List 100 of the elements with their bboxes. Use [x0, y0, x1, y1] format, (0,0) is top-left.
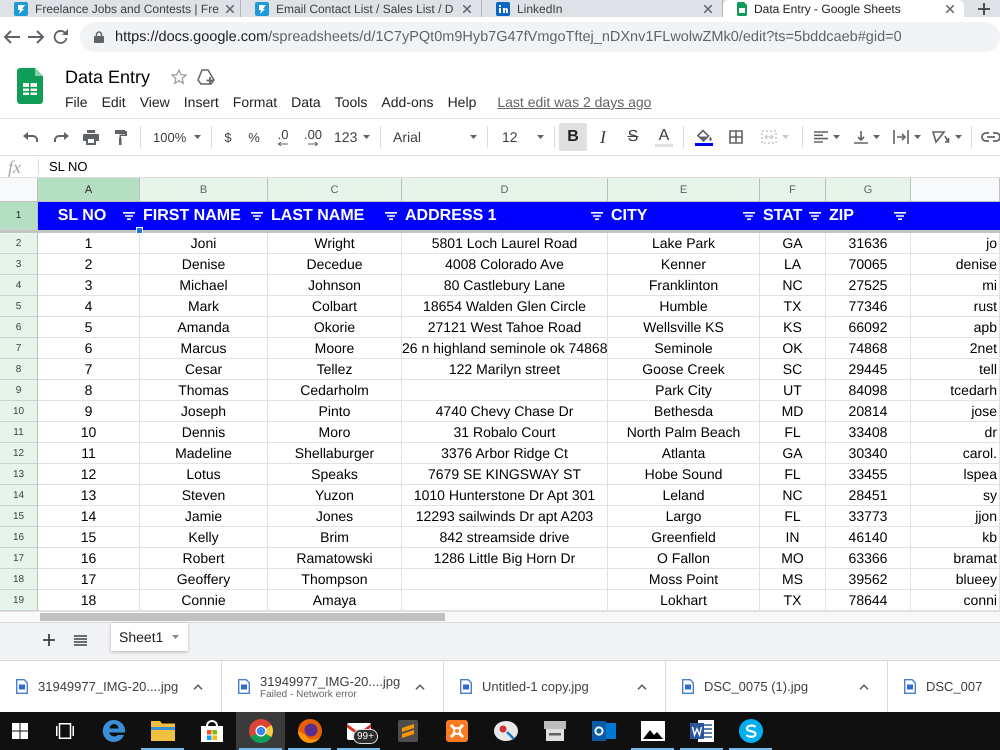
formula-input[interactable]: SL NO [49, 156, 1000, 176]
zoom-dropdown[interactable]: 100% [145, 130, 207, 144]
star-icon[interactable] [171, 69, 188, 85]
close-icon[interactable] [463, 4, 471, 12]
start-icon[interactable] [12, 723, 28, 739]
back-icon[interactable] [4, 30, 20, 44]
header-cell[interactable]: FIRST NAME [140, 202, 268, 230]
row-header[interactable]: 15 [0, 506, 38, 527]
forward-icon[interactable] [28, 30, 44, 44]
row-header[interactable]: 12 [0, 443, 38, 464]
header-cell[interactable]: LAST NAME [268, 202, 402, 230]
reload-icon[interactable] [52, 29, 68, 44]
font-size-dropdown[interactable]: 12 [492, 129, 550, 145]
menu-item[interactable]: File [65, 94, 88, 110]
file-name[interactable]: DSC_0075 (1).jpg [704, 679, 849, 694]
row-header[interactable]: 2 [0, 233, 38, 254]
filter-icon[interactable] [894, 212, 906, 220]
row-header[interactable]: 6 [0, 317, 38, 338]
row-header[interactable]: 7 [0, 338, 38, 359]
strikethrough-button[interactable]: S [619, 123, 647, 151]
file-name[interactable]: Untitled-1 copy.jpg [482, 679, 627, 694]
header-cell[interactable]: ADDRESS 1 [402, 202, 608, 230]
print-icon[interactable] [83, 130, 99, 144]
sheet-list-icon[interactable] [74, 635, 87, 646]
number-format-dropdown[interactable]: 123 [328, 129, 376, 145]
row-header[interactable]: 5 [0, 296, 38, 317]
menu-item[interactable]: Format [232, 94, 278, 110]
borders-icon[interactable] [729, 130, 743, 144]
caret-icon[interactable] [363, 135, 370, 139]
add-sheet-icon[interactable] [43, 634, 55, 646]
spreadsheet-logo-icon[interactable] [17, 68, 43, 104]
header-cell[interactable]: CITY [608, 202, 760, 230]
row-header[interactable]: 18 [0, 569, 38, 590]
row-header[interactable]: 16 [0, 527, 38, 548]
text-rotate-icon[interactable] [932, 130, 950, 144]
document-icon[interactable] [690, 720, 714, 742]
caret-icon[interactable] [833, 135, 840, 139]
text-wrap-icon[interactable] [893, 130, 909, 144]
file-name[interactable]: 31949977_IMG-20....jpg [38, 679, 183, 694]
filter-icon[interactable] [809, 212, 821, 220]
caret-icon[interactable] [914, 135, 921, 139]
menu-item[interactable]: Edit [102, 94, 126, 110]
column-header[interactable]: G [826, 178, 911, 202]
font-dropdown[interactable]: Arial [385, 129, 483, 145]
row-header[interactable]: 19 [0, 590, 38, 611]
row-header[interactable]: 14 [0, 485, 38, 506]
row-header[interactable]: 1 [0, 202, 38, 230]
filter-icon[interactable] [591, 212, 603, 220]
row-header[interactable]: 3 [0, 254, 38, 275]
menu-item[interactable]: Help [448, 94, 476, 110]
task-view-icon[interactable] [56, 723, 74, 739]
text-color-button[interactable]: A [649, 127, 679, 147]
move-to-folder-icon[interactable] [197, 69, 216, 85]
image-icon[interactable] [640, 721, 664, 741]
increase-decimal-button[interactable]: .00 [298, 128, 328, 146]
folder-icon[interactable] [150, 721, 174, 741]
sheet-tab[interactable]: Sheet1 [111, 623, 188, 651]
fill-color-icon[interactable] [695, 128, 713, 146]
file-name[interactable]: 31949977_IMG-20....jpg [260, 674, 405, 688]
menu-item[interactable]: Add-ons [381, 94, 434, 110]
chevron-up-icon[interactable] [193, 684, 203, 690]
caret-icon[interactable] [955, 135, 962, 139]
app-icon[interactable] [398, 720, 418, 742]
decrease-decimal-button[interactable]: .0 [268, 128, 298, 146]
percent-button[interactable]: % [240, 130, 268, 144]
scrollbar-thumb[interactable] [40, 613, 445, 621]
menu-item[interactable]: Tools [334, 94, 368, 110]
row-header[interactable]: 10 [0, 401, 38, 422]
browser-icon[interactable] [298, 719, 322, 743]
bold-button[interactable]: B [559, 123, 587, 151]
app-icon[interactable] [592, 721, 616, 741]
browser-icon[interactable] [102, 719, 126, 743]
menu-item[interactable]: View [140, 94, 170, 110]
file-name[interactable]: DSC_007 [926, 679, 982, 694]
chevron-up-icon[interactable] [859, 684, 869, 690]
address-bar[interactable]: https://docs.google.com/spreadsheets/d/1C7yPQt0m9Hyb7G47fVmgoTftej_nDXnv1FLwolwZMk0/edit?ts=5bddcaeb#gid=0 [80, 22, 1000, 52]
column-header[interactable]: A [38, 178, 140, 202]
header-cell[interactable] [911, 202, 1000, 230]
column-header[interactable]: B [140, 178, 268, 202]
printer-icon[interactable] [544, 721, 566, 741]
row-header[interactable]: 4 [0, 275, 38, 296]
row-header[interactable]: 9 [0, 380, 38, 401]
app-icon[interactable] [446, 720, 468, 742]
document-title[interactable]: Data Entry [65, 66, 150, 88]
browser-tab[interactable]: Data Entry - Google Sheets [723, 0, 964, 17]
close-icon[interactable] [226, 4, 234, 12]
column-header[interactable]: F [760, 178, 826, 202]
row-header[interactable]: 8 [0, 359, 38, 380]
menu-item[interactable]: Data [291, 94, 321, 110]
taskbar-button[interactable]: 99+ [334, 712, 383, 750]
chat-icon[interactable] [738, 719, 762, 743]
chevron-up-icon[interactable] [637, 684, 647, 690]
header-cell[interactable]: STAT [760, 202, 826, 230]
chevron-up-icon[interactable] [415, 684, 425, 690]
shopping-bag-icon[interactable] [200, 720, 222, 742]
column-header[interactable]: C [268, 178, 402, 202]
filter-icon[interactable] [743, 212, 755, 220]
filter-icon[interactable] [385, 212, 397, 220]
header-cell[interactable]: ZIP [826, 202, 911, 230]
caret-icon[interactable] [537, 135, 544, 139]
